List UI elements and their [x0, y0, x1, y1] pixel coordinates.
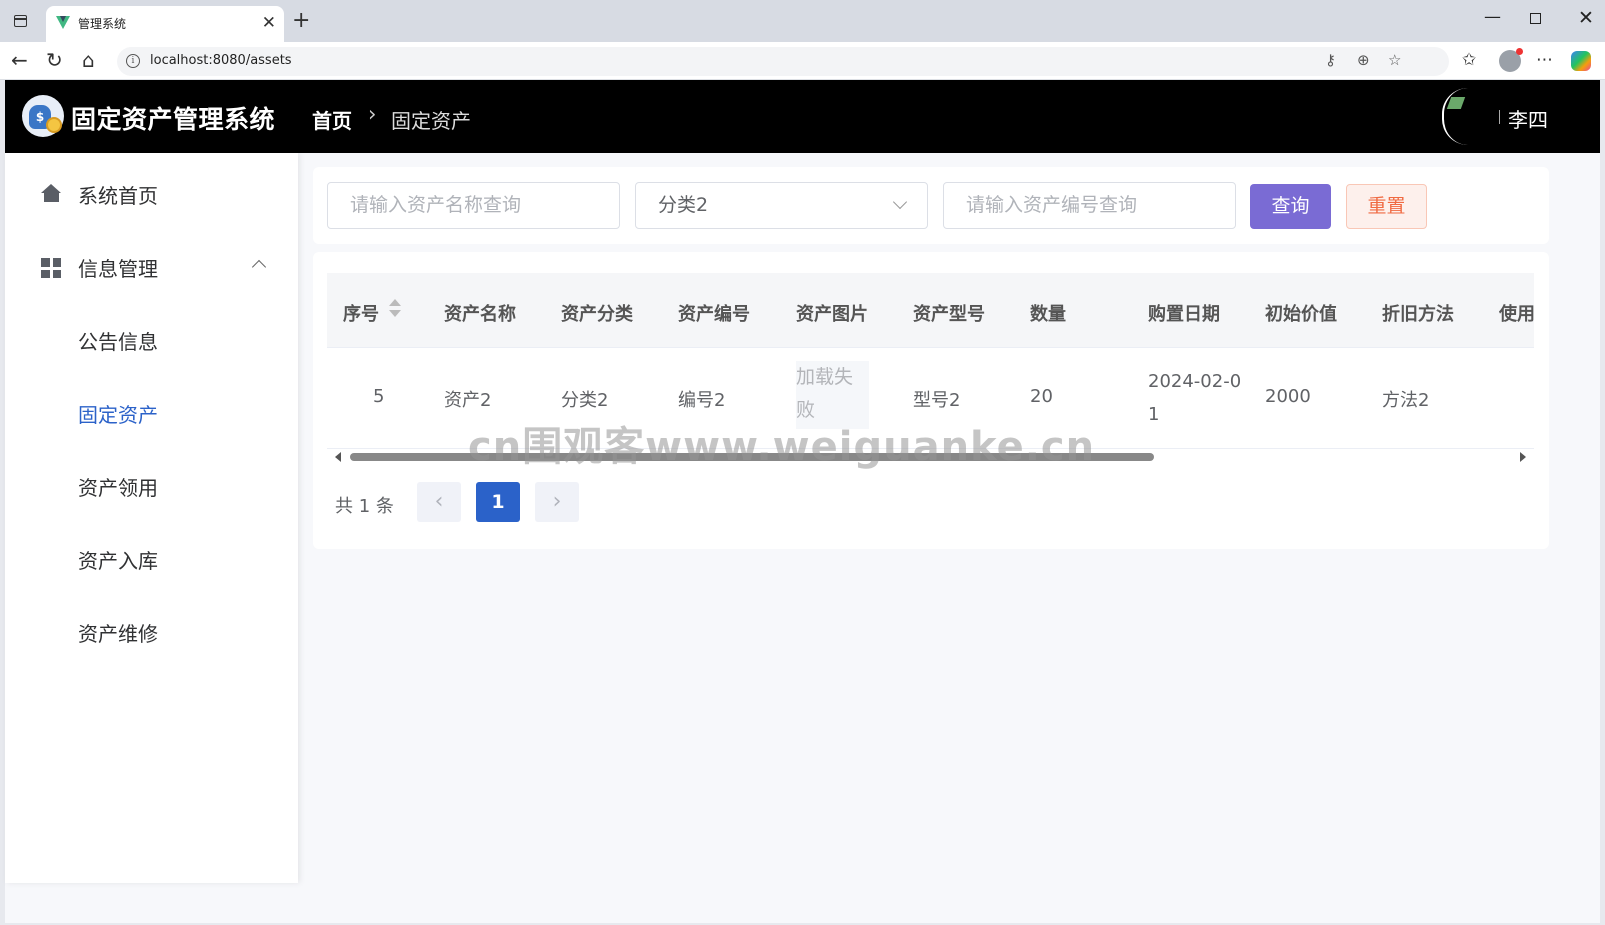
chevron-down-icon [892, 194, 908, 210]
table-header: 序号 资产名称 资产分类 资产编号 资产图片 资产型号 数量 购置日期 初始价值… [327, 273, 1534, 348]
sidebar-item-asset-repair[interactable]: 资产维修 [5, 606, 298, 656]
sidebar-item-label: 固定资产 [78, 403, 158, 427]
column-header: 资产名称 [444, 304, 516, 325]
tab-actions-icon[interactable] [14, 15, 27, 27]
watermark: cn围观客www.weiguanke.cn [468, 424, 1096, 470]
user-name[interactable]: 李四 [1508, 104, 1548, 133]
column-header: 资产图片 [796, 304, 868, 325]
zoom-icon[interactable]: ⊕ [1357, 51, 1370, 69]
pagination-total: 共 1 条 [335, 496, 394, 517]
asset-number-search-input[interactable]: 请输入资产编号查询 [943, 182, 1236, 229]
reload-icon[interactable]: ↻ [46, 48, 63, 72]
maximize-icon[interactable] [1530, 13, 1541, 24]
prev-page-button[interactable]: ‹ [417, 482, 461, 522]
chevron-right-icon: › [368, 102, 377, 126]
sidebar-item-fixed-assets[interactable]: 固定资产 [5, 387, 298, 437]
cell-quantity: 20 [1030, 386, 1053, 407]
sidebar-item-asset-inbound[interactable]: 资产入库 [5, 533, 298, 583]
scroll-right-icon[interactable] [1520, 452, 1526, 462]
scroll-left-icon[interactable] [335, 452, 341, 462]
cell-category: 分类2 [561, 390, 609, 411]
column-header: 使用 [1499, 304, 1534, 325]
column-header: 资产编号 [678, 304, 750, 325]
column-header: 初始价值 [1265, 304, 1337, 325]
tab-title: 管理系统 [78, 17, 127, 31]
category-selected-value: 分类2 [658, 194, 709, 216]
window-close-icon[interactable]: ✕ [1578, 7, 1594, 29]
asset-name-search-input[interactable]: 请输入资产名称查询 [327, 182, 620, 229]
sidebar-item-label: 资产入库 [78, 549, 158, 573]
divider [1499, 110, 1500, 124]
sidebar-item-announcements[interactable]: 公告信息 [5, 314, 298, 364]
tab-close-icon[interactable]: ✕ [262, 13, 276, 33]
search-panel: 请输入资产名称查询 分类2 请输入资产编号查询 查询 重置 [313, 167, 1549, 244]
app-title: 固定资产管理系统 [71, 105, 276, 134]
key-icon[interactable]: ⚷ [1325, 51, 1336, 69]
favorites-icon[interactable]: ✩ [1462, 50, 1476, 70]
url-field[interactable]: i localhost:8080/assets ⚷ ⊕ ☆ [117, 47, 1449, 76]
breadcrumb-home[interactable]: 首页 [312, 105, 352, 134]
app-header: $ 固定资产管理系统 首页 › 固定资产 李四 [5, 80, 1600, 153]
column-header: 数量 [1030, 304, 1066, 325]
cell-purchase-date: 2024-02-01 [1148, 371, 1242, 425]
sidebar-item-label: 系统首页 [78, 184, 158, 208]
browser-tab-strip: 管理系统 ✕ + — ✕ [0, 0, 1605, 42]
new-tab-icon[interactable]: + [292, 8, 310, 33]
cell-number: 编号2 [678, 390, 726, 411]
cell-name: 资产2 [444, 390, 492, 411]
cell-index: 5 [373, 386, 385, 407]
category-select[interactable]: 分类2 [635, 182, 928, 229]
sidebar-item-label: 公告信息 [78, 330, 158, 354]
url-text[interactable]: localhost:8080/assets [150, 53, 292, 68]
breadcrumb-current: 固定资产 [391, 109, 471, 133]
sidebar-group-label: 信息管理 [78, 257, 158, 281]
address-bar: ← ↻ ⌂ i localhost:8080/assets ⚷ ⊕ ☆ ✩ ⋯ [0, 42, 1605, 80]
home-page-icon[interactable]: ⌂ [82, 48, 95, 72]
cell-depreciation: 方法2 [1382, 390, 1430, 411]
minimize-icon[interactable]: — [1484, 7, 1501, 27]
site-info-icon[interactable]: i [126, 54, 140, 68]
column-header[interactable]: 序号 [343, 300, 379, 326]
page-number-button[interactable]: 1 [476, 482, 520, 522]
cell-model: 型号2 [913, 390, 961, 411]
column-header: 资产型号 [913, 304, 985, 325]
sidebar: 系统首页 信息管理 公告信息 固定资产 资产领用 资产入库 资产维修 [5, 153, 298, 883]
chevron-up-icon [251, 259, 267, 275]
sidebar-item-home[interactable]: 系统首页 [5, 168, 298, 218]
more-menu-icon[interactable]: ⋯ [1536, 50, 1553, 70]
money-bag-logo-icon: $ [22, 95, 64, 137]
profile-icon[interactable] [1499, 48, 1523, 72]
sidebar-group-info[interactable]: 信息管理 [5, 241, 298, 291]
sidebar-item-asset-requisition[interactable]: 资产领用 [5, 460, 298, 510]
app-container: $ 固定资产管理系统 首页 › 固定资产 李四 系统首页 信息管理 公告信息 固… [5, 80, 1600, 923]
copilot-icon[interactable] [1571, 51, 1591, 71]
query-button[interactable]: 查询 [1250, 184, 1331, 229]
back-icon[interactable]: ← [11, 48, 28, 72]
sidebar-item-label: 资产领用 [78, 476, 158, 500]
cell-initial-value: 2000 [1265, 386, 1311, 407]
grid-icon [41, 258, 61, 278]
table-panel: 序号 资产名称 资产分类 资产编号 资产图片 资产型号 数量 购置日期 初始价值… [313, 252, 1549, 549]
sort-icon[interactable] [388, 298, 402, 320]
column-header: 购置日期 [1148, 304, 1220, 325]
favorite-star-icon[interactable]: ☆ [1388, 51, 1401, 69]
browser-tab[interactable]: 管理系统 ✕ [46, 6, 284, 42]
next-page-button[interactable]: › [535, 482, 579, 522]
column-header: 折旧方法 [1382, 304, 1454, 325]
column-header: 资产分类 [561, 304, 633, 325]
user-avatar[interactable] [1442, 88, 1496, 145]
sidebar-item-label: 资产维修 [78, 622, 158, 646]
reset-button[interactable]: 重置 [1346, 184, 1427, 229]
vue-logo-icon [56, 16, 70, 29]
home-icon [41, 184, 62, 202]
